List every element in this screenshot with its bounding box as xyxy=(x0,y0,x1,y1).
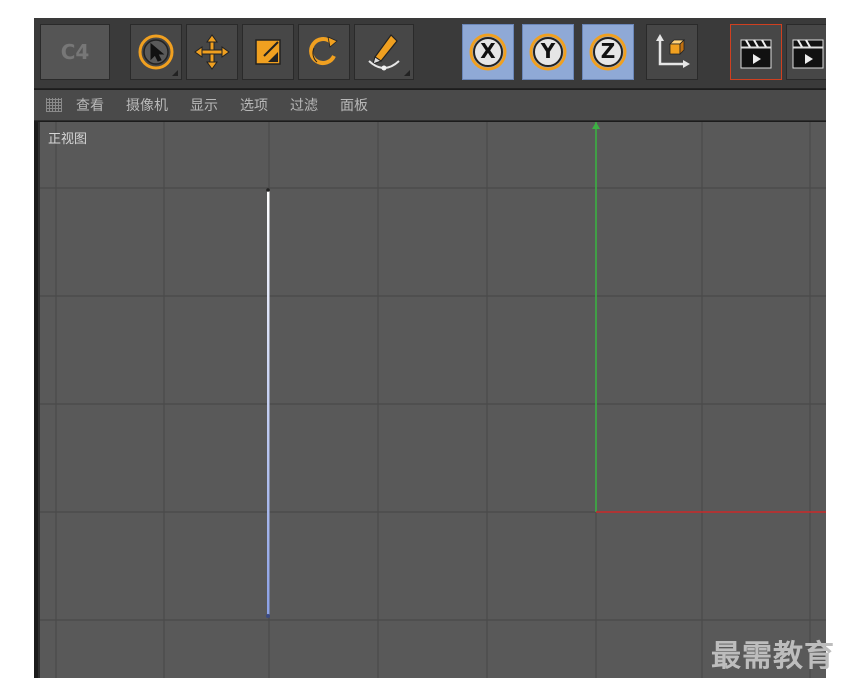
y-axis-arrowhead xyxy=(592,122,600,129)
submenu-corner-icon xyxy=(404,70,410,76)
y-axis-lock-button[interactable]: Y xyxy=(522,24,574,80)
c4d-logo-label: C4 xyxy=(60,40,90,64)
pen-tool-button[interactable] xyxy=(354,24,414,80)
main-toolbar: C4 X Y Z xyxy=(34,18,826,89)
render-to-picture-viewer-button[interactable] xyxy=(786,24,826,80)
watermark-text: 最需教育 xyxy=(711,639,835,674)
clapperboard-icon xyxy=(740,39,772,69)
rotate-tool-button[interactable] xyxy=(298,24,350,80)
menu-camera[interactable]: 摄像机 xyxy=(126,95,168,115)
c4d-logo-button[interactable]: C4 xyxy=(40,24,110,80)
move-arrows-icon xyxy=(194,34,230,70)
cinema4d-window: C4 X Y Z 查看 摄像机 显示 选项 过滤 面板 正视图 xyxy=(34,18,826,678)
coordinate-system-icon xyxy=(656,34,690,68)
spline-start-point xyxy=(266,188,270,192)
move-tool-button[interactable] xyxy=(186,24,238,80)
submenu-corner-icon xyxy=(172,70,178,76)
spline-line xyxy=(267,190,270,616)
selection-tool-button[interactable] xyxy=(130,24,182,80)
z-axis-label: Z xyxy=(600,39,616,63)
scale-tool-button[interactable] xyxy=(242,24,294,80)
y-axis-label: Y xyxy=(540,39,556,63)
menu-panel[interactable]: 面板 xyxy=(340,95,368,115)
scale-square-icon xyxy=(255,39,281,65)
grip-handle-icon[interactable] xyxy=(46,98,62,112)
x-axis-lock-button[interactable]: X xyxy=(462,24,514,80)
menu-display[interactable]: 显示 xyxy=(190,95,218,115)
menu-options[interactable]: 选项 xyxy=(240,95,268,115)
front-viewport[interactable]: 正视图 xyxy=(38,122,826,678)
viewport-canvas[interactable] xyxy=(40,122,826,678)
viewport-menu-bar: 查看 摄像机 显示 选项 过滤 面板 xyxy=(34,90,826,121)
coordinate-system-button[interactable] xyxy=(646,24,698,80)
clapperboard-icon xyxy=(792,39,824,69)
z-axis-lock-button[interactable]: Z xyxy=(582,24,634,80)
pen-icon xyxy=(368,34,400,71)
menu-filter[interactable]: 过滤 xyxy=(290,95,318,115)
menu-view[interactable]: 查看 xyxy=(76,95,104,115)
spline-end-point xyxy=(266,614,270,618)
x-axis-label: X xyxy=(480,39,496,63)
cursor-arrow-icon xyxy=(138,34,174,70)
render-view-button[interactable] xyxy=(730,24,782,80)
viewport-label: 正视图 xyxy=(48,132,88,147)
rotate-icon xyxy=(309,36,338,65)
